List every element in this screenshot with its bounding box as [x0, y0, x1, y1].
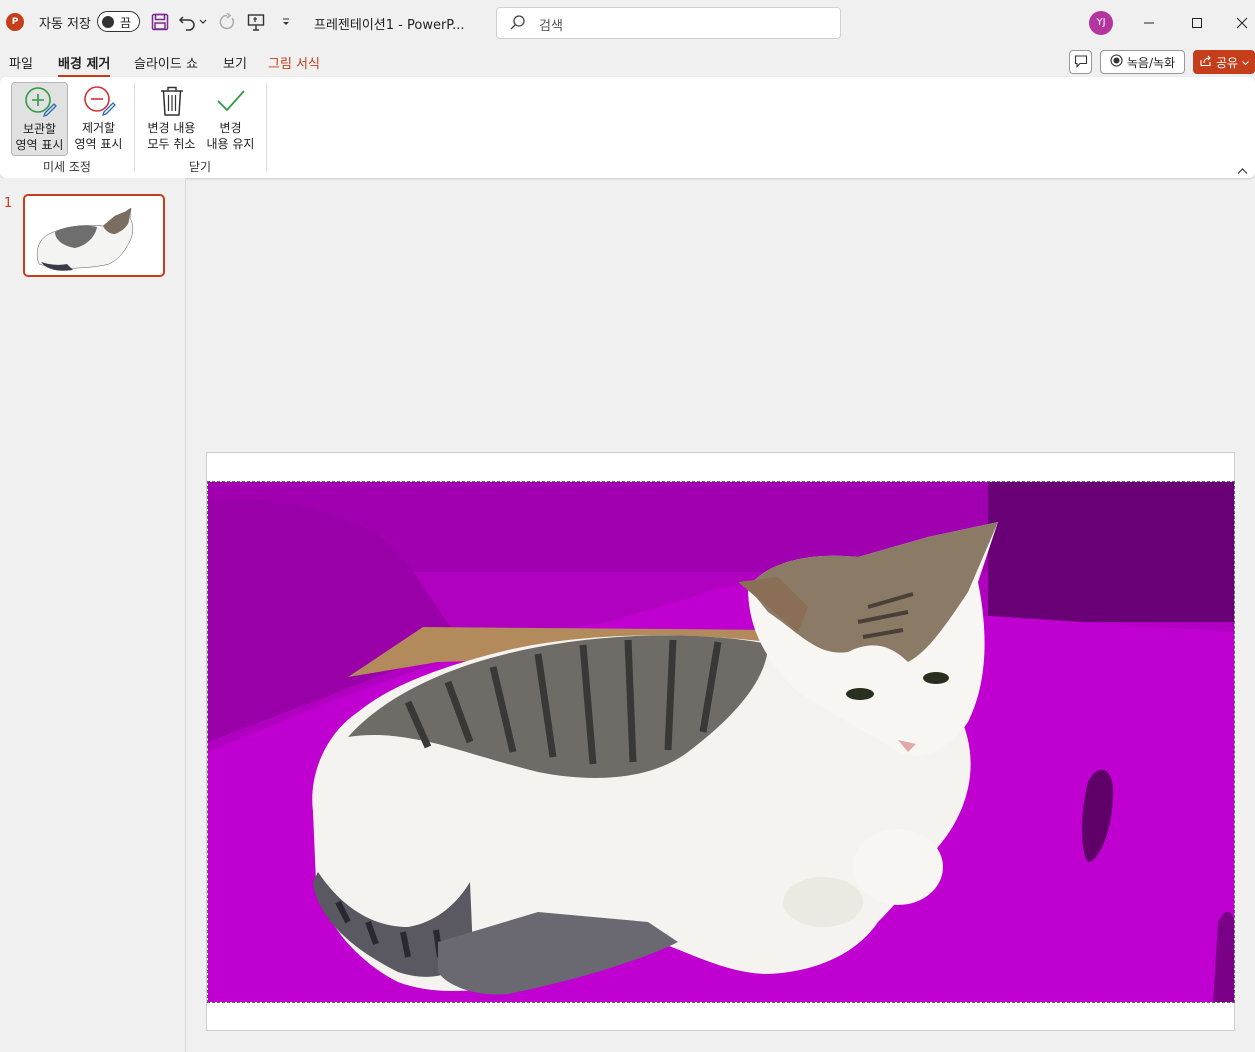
group-separator — [266, 83, 267, 171]
pencil-plus-icon — [12, 85, 67, 121]
close-icon[interactable] — [1229, 10, 1255, 36]
autosave-state: 끔 — [120, 16, 132, 30]
maximize-icon[interactable] — [1184, 10, 1210, 36]
present-from-beginning-icon[interactable] — [245, 11, 267, 33]
autosave-label: 자동 저장 — [39, 17, 91, 32]
tab-file[interactable]: 파일 — [9, 53, 33, 75]
cat-image — [208, 482, 1234, 1002]
mark-keep-label-1: 보관할 — [22, 122, 57, 136]
group-label-close: 닫기 — [189, 160, 212, 174]
slide-number: 1 — [4, 196, 13, 211]
chevron-down-icon — [1242, 55, 1249, 69]
comments-button[interactable] — [1069, 50, 1092, 74]
autosave-toggle[interactable]: 끔 — [97, 11, 140, 32]
document-title: 프레젠테이션1 - PowerP... — [314, 18, 465, 33]
tab-background-removal[interactable]: 배경 제거 — [58, 53, 111, 78]
discard-label-2: 모두 취소 — [147, 137, 196, 151]
powerpoint-logo-icon: P — [6, 13, 24, 31]
slide-canvas[interactable] — [206, 452, 1235, 1031]
share-button[interactable]: 공유 — [1193, 50, 1255, 74]
slide-thumbnail-pane: 1 — [0, 178, 186, 1052]
redo-icon[interactable] — [216, 11, 238, 33]
keep-changes-button[interactable]: 변경 내용 유지 — [202, 82, 259, 156]
toggle-knob — [102, 15, 114, 28]
collapse-ribbon-icon[interactable] — [1237, 160, 1248, 179]
keep-changes-label-2: 내용 유지 — [206, 137, 255, 151]
undo-dropdown-icon[interactable] — [197, 11, 209, 33]
avatar[interactable]: YJ — [1089, 11, 1113, 35]
ribbon-panel: 보관할 영역 표시 제거할 영역 표시 변경 내용 모두 취소 변경 내용 유지… — [0, 77, 1255, 178]
record-icon — [1110, 54, 1123, 70]
customize-toolbar-icon[interactable] — [275, 11, 297, 33]
search-box[interactable]: 검색 — [496, 7, 841, 39]
discard-all-changes-button[interactable]: 변경 내용 모두 취소 — [143, 82, 200, 156]
undo-icon[interactable] — [177, 11, 199, 33]
title-bar: P 자동 저장 끔 프레젠테이션1 - PowerP... 검색 YJ — [0, 0, 1255, 46]
search-placeholder: 검색 — [539, 19, 563, 34]
mark-remove-label-1: 제거할 — [81, 121, 116, 135]
pencil-minus-icon — [70, 84, 127, 120]
tab-view[interactable]: 보기 — [223, 53, 247, 75]
record-button[interactable]: 녹음/녹화 — [1100, 50, 1185, 74]
minimize-icon[interactable] — [1136, 10, 1162, 36]
ribbon-tabs: 파일 배경 제거 슬라이드 쇼 보기 그림 서식 녹음/녹화 공유 — [0, 46, 1255, 78]
group-label-refine: 미세 조정 — [43, 160, 91, 174]
mark-areas-to-remove-button[interactable]: 제거할 영역 표시 — [70, 82, 127, 156]
trash-icon — [143, 84, 200, 120]
tab-picture-format[interactable]: 그림 서식 — [268, 53, 320, 75]
keep-changes-label-1: 변경 — [219, 121, 242, 135]
checkmark-icon — [202, 84, 259, 120]
group-separator — [134, 83, 135, 171]
cat-photo-with-removal-overlay[interactable] — [207, 481, 1235, 1003]
discard-label-1: 변경 내용 — [147, 121, 196, 135]
mark-remove-label-2: 영역 표시 — [74, 137, 123, 151]
record-label: 녹음/녹화 — [1126, 55, 1176, 70]
save-icon[interactable] — [149, 11, 171, 33]
slide-thumbnail[interactable] — [23, 194, 165, 277]
mark-keep-label-2: 영역 표시 — [15, 138, 64, 152]
thumbnail-cat-image — [36, 207, 134, 271]
share-label: 공유 — [1215, 55, 1239, 70]
mark-areas-to-keep-button[interactable]: 보관할 영역 표시 — [11, 82, 68, 156]
share-icon — [1199, 54, 1212, 70]
tab-slideshow[interactable]: 슬라이드 쇼 — [134, 53, 198, 75]
comment-icon — [1074, 54, 1088, 71]
search-icon — [509, 14, 527, 36]
